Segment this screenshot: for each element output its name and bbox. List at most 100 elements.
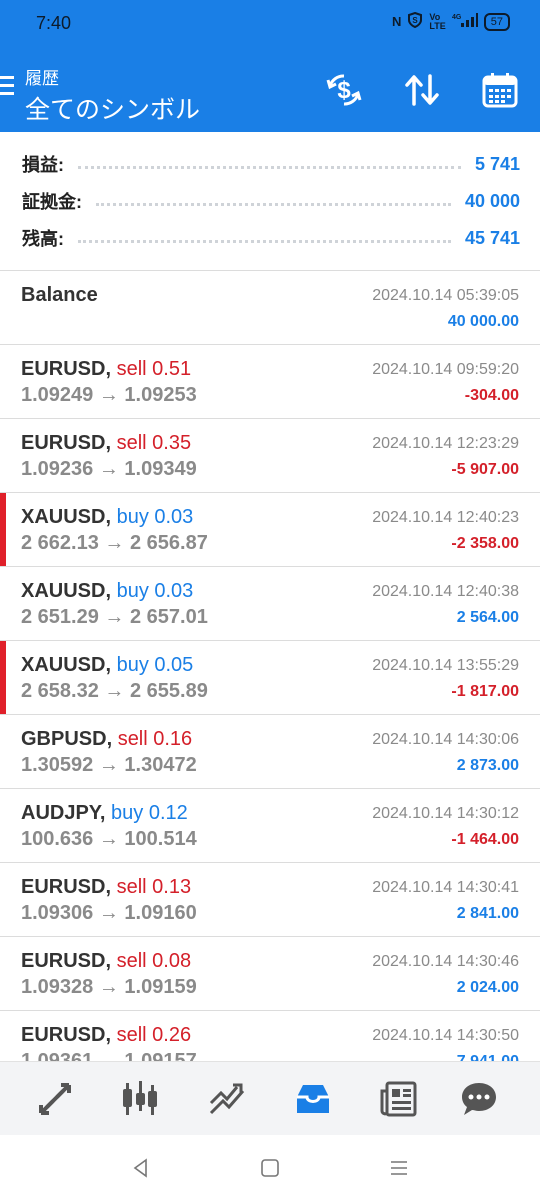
- signal-4g-icon: 4G: [452, 12, 478, 31]
- deal-side-volume: buy 0.05: [116, 654, 194, 676]
- back-icon[interactable]: [126, 1153, 156, 1183]
- page-title[interactable]: 全てのシンボル: [25, 90, 200, 126]
- bottom-navigation: [0, 1061, 540, 1135]
- deal-time: 2024.10.14 12:40:38: [372, 583, 519, 600]
- symbol-name: EURUSD,: [21, 1024, 112, 1046]
- deal-row[interactable]: GBPUSD, sell 0.16 1.30592 → 1.30472 2024.1…: [0, 715, 540, 789]
- quotes-icon[interactable]: [34, 1078, 76, 1120]
- deal-time: 2024.10.14 09:59:20: [372, 361, 519, 378]
- deal-symbol: GBPUSD, sell 0.16: [21, 728, 192, 751]
- deal-prices: 1.09236 → 1.09349: [21, 458, 197, 480]
- chart-icon[interactable]: [119, 1078, 161, 1120]
- deal-row[interactable]: XAUUSD, buy 0.03 2 662.13 → 2 656.87 2024.…: [0, 493, 540, 567]
- deal-profit: -5 907.00: [451, 461, 519, 478]
- currency-exchange-icon[interactable]: $: [324, 70, 364, 110]
- dotted-leader: [78, 239, 451, 243]
- history-icon[interactable]: [292, 1078, 334, 1120]
- deal-prices: 2 662.13 → 2 656.87: [21, 532, 208, 554]
- svg-text:S: S: [413, 16, 419, 25]
- deal-prices: 2 658.32 → 2 655.89: [21, 680, 208, 702]
- deal-symbol: EURUSD, sell 0.08: [21, 950, 191, 973]
- symbol-name: XAUUSD,: [21, 506, 112, 528]
- balance-label: 残高:: [22, 229, 64, 249]
- symbol-name: GBPUSD,: [21, 728, 113, 750]
- vpn-shield-icon: S: [407, 11, 423, 31]
- home-icon[interactable]: [255, 1153, 285, 1183]
- symbol-name: XAUUSD,: [21, 654, 112, 676]
- deal-prices: 1.09328 → 1.09159: [21, 976, 197, 998]
- deal-symbol: XAUUSD, buy 0.03: [21, 506, 193, 529]
- summary-balance-row: 残高: 45 741: [22, 224, 520, 252]
- deal-prices: 1.09306 → 1.09160: [21, 902, 197, 924]
- deal-prices: 100.636 → 100.514: [21, 828, 197, 850]
- deal-profit: 2 841.00: [456, 905, 519, 922]
- history-list[interactable]: Balance 2024.10.14 05:39:05 40 000.00 EU…: [0, 271, 540, 1061]
- menu-icon[interactable]: [0, 76, 14, 96]
- nfc-icon: N: [392, 14, 402, 29]
- chat-icon[interactable]: [458, 1078, 500, 1120]
- profit-label: 損益:: [22, 155, 64, 175]
- deal-profit: 2 024.00: [456, 979, 519, 996]
- deal-profit: -304.00: [464, 387, 519, 404]
- calendar-icon[interactable]: [480, 70, 520, 110]
- deal-time: 2024.10.14 14:30:50: [372, 1027, 519, 1044]
- deal-side-volume: buy 0.03: [116, 506, 194, 528]
- deal-row[interactable]: AUDJPY, buy 0.12 100.636 → 100.514 2024.10…: [0, 789, 540, 863]
- symbol-name: AUDJPY,: [21, 802, 106, 824]
- deal-side-volume: sell 0.13: [116, 876, 192, 898]
- deal-symbol: EURUSD, sell 0.26: [21, 1024, 191, 1047]
- deal-row[interactable]: XAUUSD, buy 0.05 2 658.32 → 2 655.89 2024.…: [0, 641, 540, 715]
- position-marker: [0, 641, 6, 714]
- recents-icon[interactable]: [384, 1153, 414, 1183]
- deal-profit: 7 941.00: [457, 1053, 519, 1061]
- deal-side-volume: sell 0.08: [116, 950, 192, 972]
- deal-side-volume: sell 0.26: [116, 1024, 192, 1046]
- balance-label: Balance: [21, 284, 98, 306]
- position-marker: [0, 493, 6, 566]
- app-header: 履歴 全てのシンボル $: [0, 46, 540, 132]
- deal-time: 2024.10.14 05:39:05: [372, 287, 519, 304]
- deal-row[interactable]: EURUSD, sell 0.08 1.09328 → 1.09159 2024.1…: [0, 937, 540, 1011]
- deal-symbol: XAUUSD, buy 0.05: [21, 654, 193, 677]
- volte-icon: Vo LTE: [429, 11, 446, 31]
- dotted-leader: [78, 165, 461, 169]
- margin-value: 40 000: [464, 190, 520, 211]
- balance-row[interactable]: Balance 2024.10.14 05:39:05 40 000.00: [0, 271, 540, 345]
- symbol-name: XAUUSD,: [21, 580, 112, 602]
- deal-row[interactable]: EURUSD, sell 0.51 1.09249 → 1.09253 2024.1…: [0, 345, 540, 419]
- deal-time: 2024.10.14 12:23:29: [372, 435, 519, 452]
- balance-amount: 40 000.00: [447, 313, 519, 330]
- svg-text:4G: 4G: [452, 14, 462, 21]
- deal-prices: 2 651.29 → 2 657.01: [21, 606, 208, 628]
- trade-icon[interactable]: [206, 1078, 248, 1120]
- deal-row[interactable]: XAUUSD, buy 0.03 2 651.29 → 2 657.01 2024.…: [0, 567, 540, 641]
- deal-symbol: XAUUSD, buy 0.03: [21, 580, 193, 603]
- deal-symbol: EURUSD, sell 0.13: [21, 876, 191, 899]
- account-summary: 損益: 5 741 証拠金: 40 000 残高: 45 741: [0, 132, 540, 270]
- symbol-name: EURUSD,: [21, 432, 112, 454]
- deal-profit: -1 464.00: [451, 831, 519, 848]
- profit-value: 5 741: [474, 153, 520, 174]
- svg-text:$: $: [337, 77, 351, 104]
- deal-row[interactable]: EURUSD, sell 0.26 1.09361 → 1.09157 2024.1…: [0, 1011, 540, 1061]
- deal-row[interactable]: EURUSD, sell 0.13 1.09306 → 1.09160 2024.1…: [0, 863, 540, 937]
- deal-time: 2024.10.14 14:30:06: [372, 731, 519, 748]
- deal-side-volume: sell 0.16: [117, 728, 193, 750]
- sort-icon[interactable]: [402, 70, 442, 110]
- deal-symbol: AUDJPY, buy 0.12: [21, 802, 188, 825]
- deal-side-volume: buy 0.03: [116, 580, 194, 602]
- symbol-name: EURUSD,: [21, 358, 112, 380]
- deal-row[interactable]: EURUSD, sell 0.35 1.09236 → 1.09349 2024.1…: [0, 419, 540, 493]
- balance-value: 45 741: [464, 227, 520, 248]
- margin-label: 証拠金:: [22, 192, 82, 212]
- news-icon[interactable]: [378, 1078, 420, 1120]
- deal-side-volume: sell 0.51: [116, 358, 192, 380]
- status-icons: N S Vo LTE 4G 57: [392, 11, 510, 31]
- deal-time: 2024.10.14 13:55:29: [372, 657, 519, 674]
- symbol-name: EURUSD,: [21, 876, 112, 898]
- deal-profit: 2 564.00: [456, 609, 519, 626]
- status-bar: 7:40 N S Vo LTE 4G 57: [0, 0, 540, 46]
- deal-time: 2024.10.14 12:40:23: [372, 509, 519, 526]
- status-time: 7:40: [36, 13, 72, 33]
- page-subtitle: 履歴: [25, 69, 59, 88]
